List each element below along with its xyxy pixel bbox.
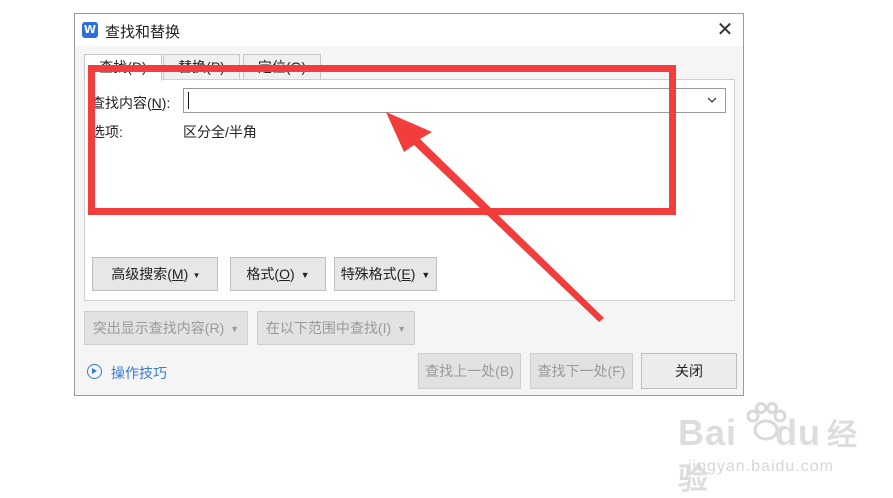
highlight-annotation-box <box>88 65 676 215</box>
watermark-brand: Bai <box>678 412 738 453</box>
watermark-url: jingyan.baidu.com <box>688 458 834 475</box>
dropdown-arrow-icon: ▼ <box>421 270 431 280</box>
title-bar: W 查找和替换 ✕ <box>75 14 743 46</box>
chevron-down-icon[interactable] <box>705 93 719 107</box>
double-chevron-down-icon: ▾ <box>194 270 199 280</box>
play-circle-icon <box>87 364 102 379</box>
highlight-found-button[interactable]: 突出显示查找内容(R) ▼ <box>84 311 248 345</box>
dropdown-arrow-icon: ▼ <box>300 270 310 280</box>
watermark-brand-tail: du <box>775 412 822 453</box>
dropdown-arrow-icon: ▼ <box>397 324 407 334</box>
advanced-search-button[interactable]: 高级搜索(M) ▾ <box>92 257 218 291</box>
close-button[interactable]: 关闭 <box>641 353 737 389</box>
baidu-jingyan-watermark: Bai du 经验 jingyan.baidu.com <box>670 402 880 496</box>
special-format-button[interactable]: 特殊格式(E) ▼ <box>334 257 437 291</box>
find-previous-button[interactable]: 查找上一处(B) <box>418 353 521 389</box>
find-next-button[interactable]: 查找下一处(F) <box>530 353 633 389</box>
dialog-title: 查找和替换 <box>105 24 181 41</box>
wps-writer-icon: W <box>82 22 98 38</box>
format-button[interactable]: 格式(O) ▼ <box>230 257 326 291</box>
dropdown-arrow-icon: ▼ <box>230 324 240 334</box>
close-icon[interactable]: ✕ <box>713 18 737 42</box>
search-in-button[interactable]: 在以下范围中查找(I) ▼ <box>257 311 415 345</box>
operation-tips-link[interactable]: 操作技巧 <box>111 363 167 383</box>
